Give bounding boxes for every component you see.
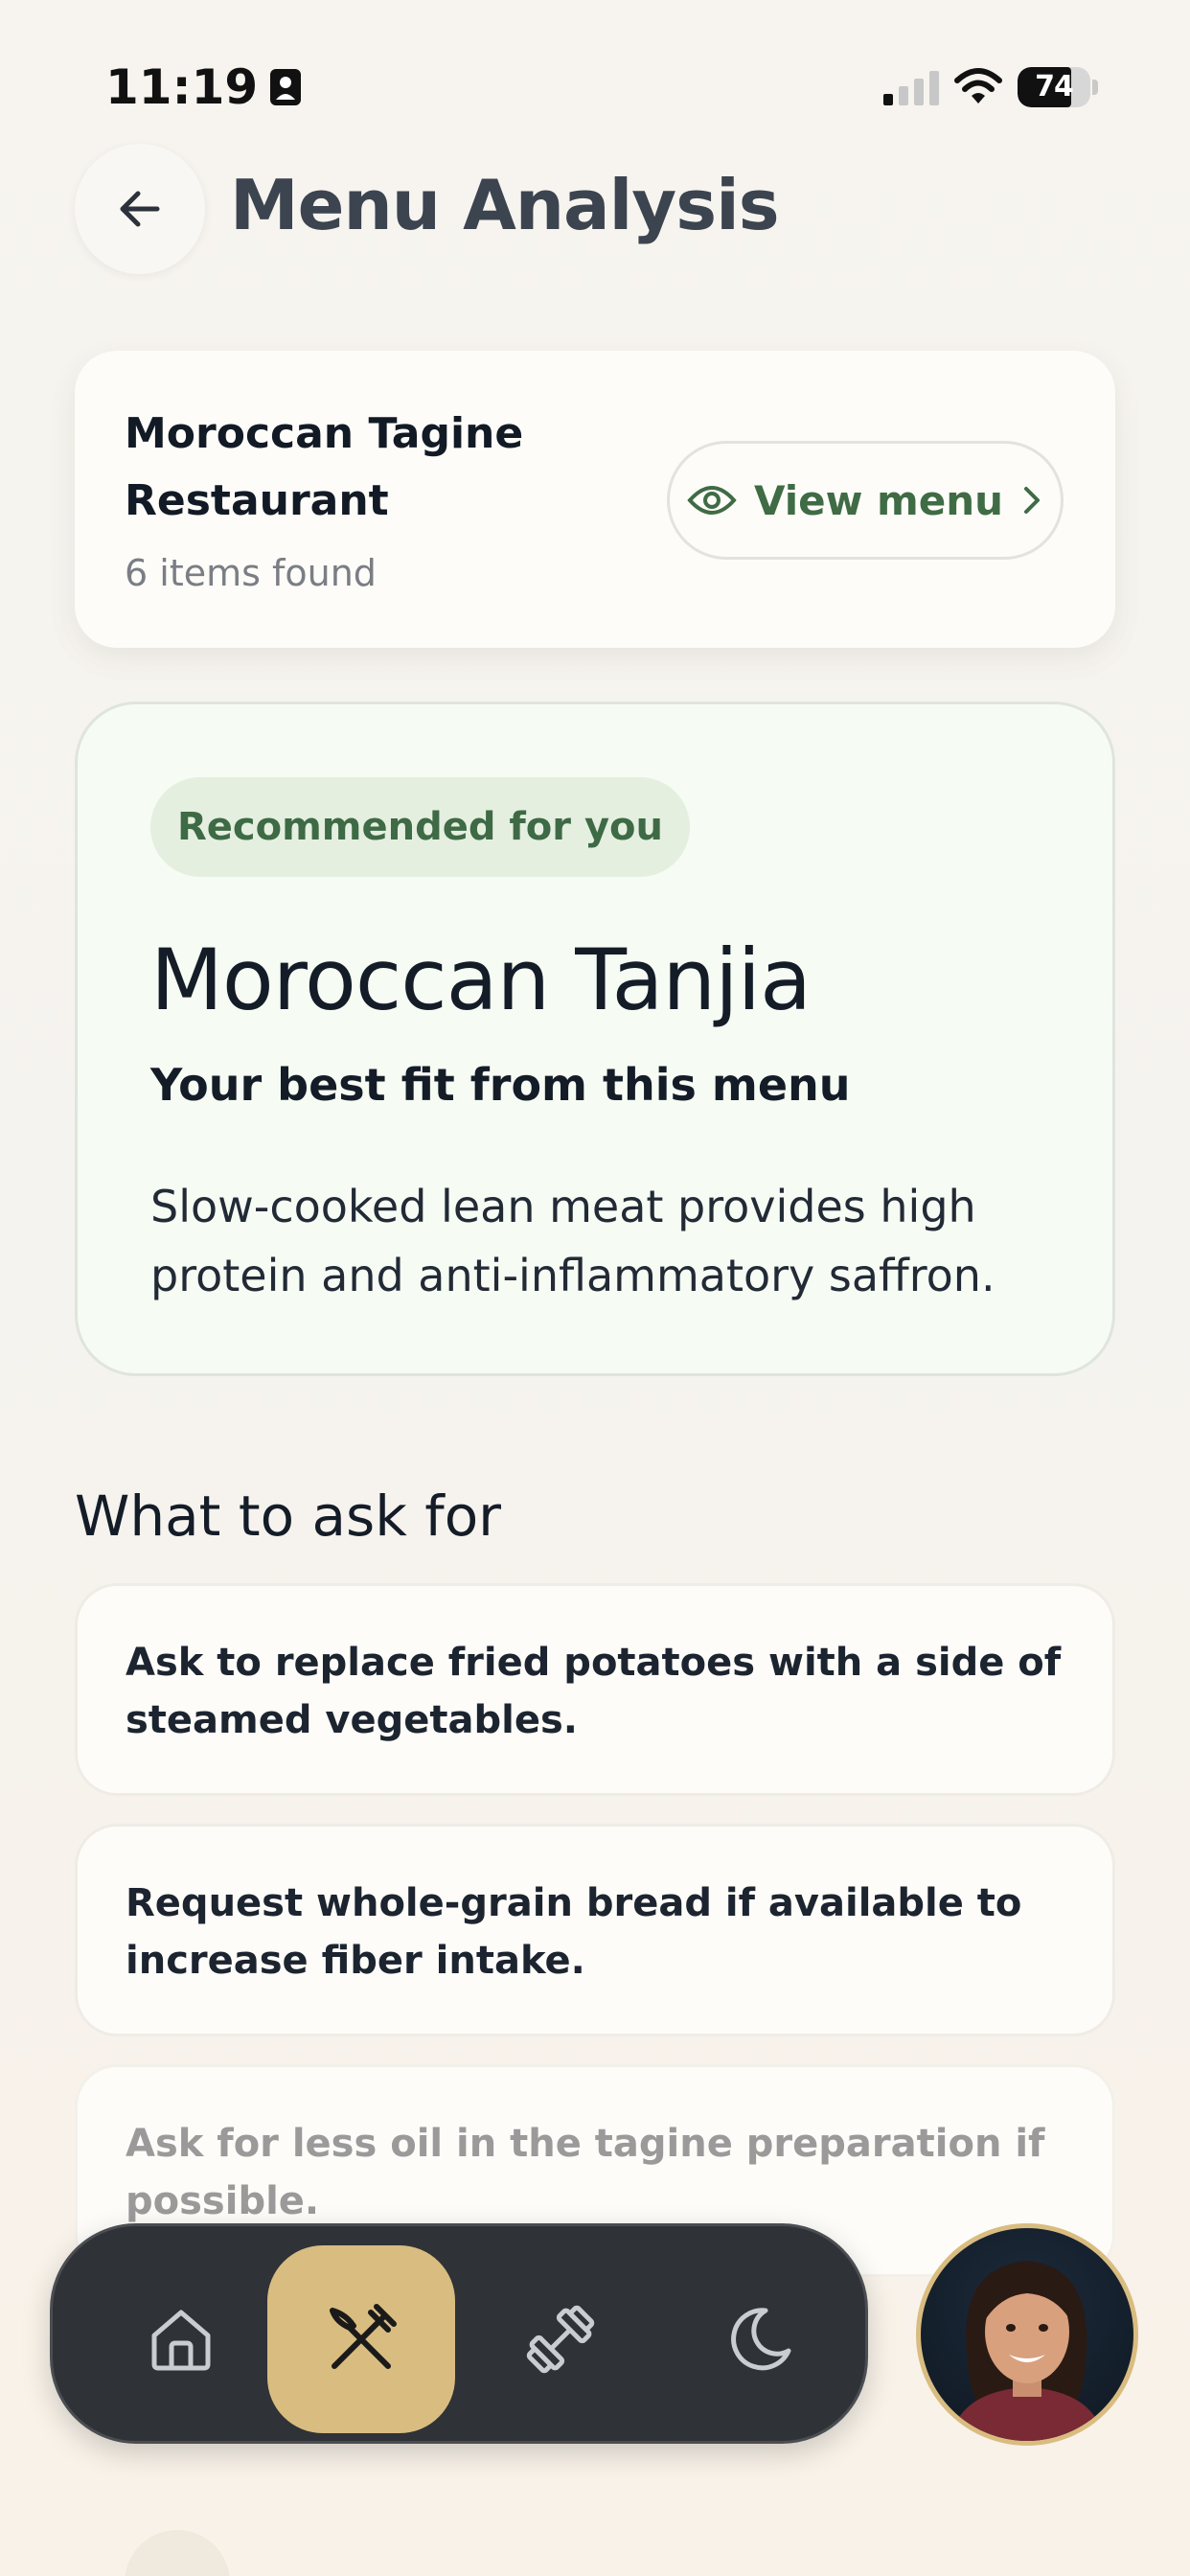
- eye-icon: [687, 486, 737, 515]
- tip-card: Request whole-grain bread if available t…: [75, 1824, 1115, 2036]
- scroll-hint-circle: [125, 2530, 230, 2576]
- dumbbell-icon: [526, 2305, 595, 2374]
- back-button[interactable]: [75, 144, 205, 274]
- tab-sleep[interactable]: [666, 2245, 854, 2433]
- page-title: Menu Analysis: [230, 165, 780, 245]
- status-time: 11:19: [105, 59, 302, 115]
- recommendation-card[interactable]: Recommended for you Moroccan Tanjia Your…: [75, 702, 1115, 1376]
- tab-menu[interactable]: [267, 2245, 455, 2433]
- view-menu-button[interactable]: View menu: [667, 441, 1064, 560]
- battery-indicator: 74: [1018, 67, 1098, 107]
- signal-icon: [883, 71, 939, 105]
- assistant-avatar[interactable]: [916, 2223, 1138, 2446]
- tip-text: Request whole-grain bread if available t…: [126, 1881, 1022, 1983]
- restaurant-name: Moroccan Tagine Restaurant: [125, 409, 524, 525]
- tip-text: Ask to replace fried potatoes with a sid…: [126, 1641, 1062, 1742]
- battery-level: 74: [1035, 70, 1074, 104]
- tab-fitness[interactable]: [467, 2245, 654, 2433]
- status-time-text: 11:19: [105, 59, 259, 115]
- home-icon: [151, 2310, 211, 2371]
- restaurant-card: Moroccan Tagine Restaurant 6 items found…: [75, 351, 1115, 648]
- recommendation-reason: Slow-cooked lean meat provides high prot…: [150, 1181, 995, 1301]
- view-menu-label: View menu: [753, 476, 1004, 524]
- avatar-image: [921, 2228, 1133, 2441]
- recommendation-subtitle: Your best fit from this menu: [150, 1059, 851, 1111]
- fork-knife-icon: [330, 2304, 397, 2369]
- bottom-tab-bar: [50, 2223, 868, 2444]
- menu-analysis-screen: 11:19 74 Menu Analysis Moroccan Tagine R…: [0, 0, 1190, 2576]
- recommended-badge: Recommended for you: [150, 777, 690, 877]
- items-found-count: 6 items found: [125, 552, 377, 594]
- tab-home[interactable]: [87, 2245, 275, 2433]
- person-portrait: [950, 2261, 1105, 2441]
- moon-icon: [731, 2308, 791, 2371]
- tip-text: Ask for less oil in the tagine preparati…: [126, 2122, 1045, 2223]
- wifi-icon: [954, 68, 1002, 104]
- ask-section-title: What to ask for: [75, 1484, 502, 1549]
- tip-card: Ask to replace fried potatoes with a sid…: [75, 1583, 1115, 1796]
- battery-tip: [1092, 80, 1098, 95]
- recommended-dish-name: Moroccan Tanjia: [150, 931, 812, 1029]
- contact-card-icon: [270, 69, 302, 105]
- arrow-left-icon: [120, 191, 160, 227]
- chevron-right-icon: [1024, 487, 1041, 514]
